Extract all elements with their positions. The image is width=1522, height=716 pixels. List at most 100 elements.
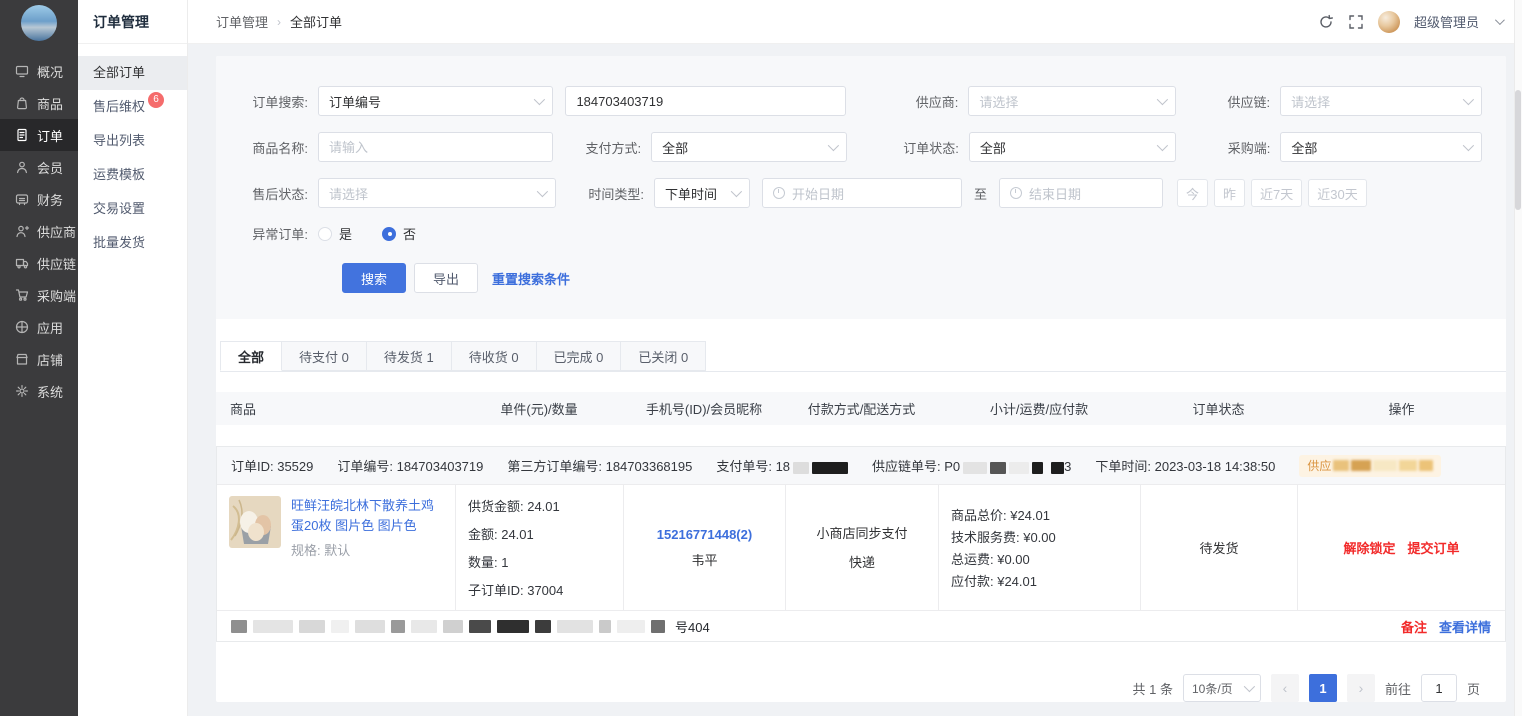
submenu-item-export-list[interactable]: 导出列表 <box>78 124 187 158</box>
sidebar-item-procurement[interactable]: 采购端 <box>0 279 78 311</box>
chevron-down-icon <box>828 140 839 151</box>
next-page-button[interactable]: › <box>1347 674 1375 702</box>
redacted-block <box>1399 460 1417 471</box>
today-button[interactable]: 今 <box>1177 179 1208 207</box>
tab-pending-shipment[interactable]: 待发货 1 <box>367 341 452 371</box>
current-page[interactable]: 1 <box>1309 674 1337 702</box>
chevron-down-icon <box>1244 681 1255 692</box>
username[interactable]: 超级管理员 <box>1414 12 1479 31</box>
sidebar-item-label: 应用 <box>37 318 63 337</box>
order-status-label: 订单状态: <box>883 138 969 157</box>
page-size-value: 10条/页 <box>1192 680 1233 697</box>
purchase-side-value: 全部 <box>1291 138 1317 157</box>
quantity: 数量: 1 <box>468 552 611 571</box>
tab-all[interactable]: 全部 <box>220 341 282 371</box>
procurement-icon <box>15 288 29 302</box>
end-date-input[interactable]: 结束日期 <box>999 178 1163 208</box>
tab-pending-receipt[interactable]: 待收货 0 <box>452 341 537 371</box>
supply-chain-number-prefix: 供应链单号: P0 <box>872 459 960 474</box>
breadcrumb-orders[interactable]: 订单管理 <box>216 12 268 31</box>
abnormal-radio-yes[interactable]: 是 <box>318 224 352 243</box>
sidebar-item-supplier[interactable]: 供应商 <box>0 215 78 247</box>
sidebar-item-goods[interactable]: 商品 <box>0 87 78 119</box>
submenu-item-freight-template[interactable]: 运费模板 <box>78 158 187 192</box>
submenu-item-aftersale[interactable]: 售后维权 6 <box>78 90 187 124</box>
redacted-block <box>1051 462 1064 474</box>
time-type-select[interactable]: 下单时间 <box>654 178 750 208</box>
supplier-select[interactable]: 请选择 <box>968 86 1176 116</box>
radio-unchecked-icon <box>318 227 332 241</box>
sidebar-item-system[interactable]: 系统 <box>0 375 78 407</box>
order-search-type-select[interactable]: 订单编号 <box>318 86 553 116</box>
app-logo[interactable] <box>21 5 57 41</box>
scrollbar-thumb[interactable] <box>1515 90 1521 210</box>
chevron-down-icon <box>537 186 548 197</box>
reset-filters-link[interactable]: 重置搜索条件 <box>492 269 570 288</box>
redacted-block <box>617 620 645 633</box>
product-name-link[interactable]: 旺鲜汪皖北林下散养土鸡蛋20枚 图片色 图片色 <box>291 496 443 536</box>
view-detail-link[interactable]: 查看详情 <box>1439 617 1491 636</box>
product-name-input[interactable] <box>329 140 542 155</box>
redacted-block <box>599 620 611 633</box>
redacted-block <box>1009 462 1029 474</box>
product-spec: 规格: 默认 <box>291 540 443 559</box>
supply-chain-label: 供应链: <box>1208 92 1280 111</box>
purchase-side-select[interactable]: 全部 <box>1280 132 1482 162</box>
supply-chain-select[interactable]: 请选择 <box>1280 86 1482 116</box>
order-search-input-wrap <box>565 86 846 116</box>
time-type-label: 时间类型: <box>568 184 654 203</box>
unlock-button[interactable]: 解除锁定 <box>1343 538 1395 557</box>
user-avatar[interactable] <box>1378 11 1400 33</box>
product-image[interactable] <box>229 496 281 548</box>
apps-icon <box>15 320 29 334</box>
aftersale-status-select[interactable]: 请选择 <box>318 178 556 208</box>
primary-nav: 概况 商品 订单 会员 财务 供应商 <box>0 55 78 407</box>
sidebar-item-members[interactable]: 会员 <box>0 151 78 183</box>
submenu-item-all-orders[interactable]: 全部订单 <box>78 56 187 90</box>
order-search-input[interactable] <box>576 94 835 109</box>
scrollbar-track[interactable] <box>1514 0 1522 716</box>
submenu-item-batch-shipping[interactable]: 批量发货 <box>78 226 187 260</box>
sidebar-item-overview[interactable]: 概况 <box>0 55 78 87</box>
filter-panel: 订单搜索: 订单编号 供应商: 请选择 供应链: 请选择 <box>216 56 1506 319</box>
supplier-tag-text: 供应 <box>1307 457 1331 474</box>
sidebar-item-apps[interactable]: 应用 <box>0 311 78 343</box>
abnormal-radio-no[interactable]: 否 <box>382 224 416 243</box>
goto-page-input[interactable] <box>1421 674 1457 702</box>
sidebar-item-supply-chain[interactable]: 供应链 <box>0 247 78 279</box>
fullscreen-icon[interactable] <box>1348 14 1364 30</box>
page-size-select[interactable]: 10条/页 <box>1183 674 1261 702</box>
redacted-block <box>651 620 665 633</box>
order-status-select[interactable]: 全部 <box>969 132 1177 162</box>
sidebar-item-label: 系统 <box>37 382 63 401</box>
member-phone-link[interactable]: 15216771448(2) <box>657 527 752 542</box>
yesterday-button[interactable]: 昨 <box>1214 179 1245 207</box>
sidebar-item-finance[interactable]: 财务 <box>0 183 78 215</box>
remark-link[interactable]: 备注 <box>1401 617 1427 636</box>
redacted-block <box>391 620 405 633</box>
sub-order-id: 子订单ID: 37004 <box>468 580 611 599</box>
chevron-down-icon <box>731 186 742 197</box>
submit-order-button[interactable]: 提交订单 <box>1408 538 1460 557</box>
abnormal-yes-label: 是 <box>339 224 352 243</box>
status-cell: 待发货 <box>1141 485 1298 610</box>
supplier-tag: 供应 <box>1299 455 1441 477</box>
pay-method: 小商店同步支付 <box>816 524 907 544</box>
refresh-icon[interactable] <box>1318 14 1334 30</box>
tab-closed[interactable]: 已关闭 0 <box>621 341 706 371</box>
sidebar-item-shop[interactable]: 店铺 <box>0 343 78 375</box>
payment-number-prefix: 支付单号: 18 <box>716 459 790 474</box>
tab-completed[interactable]: 已完成 0 <box>537 341 622 371</box>
prev-page-button[interactable]: ‹ <box>1271 674 1299 702</box>
submenu-item-trade-settings[interactable]: 交易设置 <box>78 192 187 226</box>
last7days-button[interactable]: 近7天 <box>1251 179 1302 207</box>
export-button[interactable]: 导出 <box>414 263 478 293</box>
pay-method-select[interactable]: 全部 <box>651 132 847 162</box>
col-unit-price-qty: 单件(元)/数量 <box>455 399 623 418</box>
search-button[interactable]: 搜索 <box>342 263 406 293</box>
order-id: 订单ID: 35529 <box>231 456 313 475</box>
last30days-button[interactable]: 近30天 <box>1308 179 1366 207</box>
start-date-input[interactable]: 开始日期 <box>762 178 962 208</box>
sidebar-item-orders[interactable]: 订单 <box>0 119 78 151</box>
tab-pending-payment[interactable]: 待支付 0 <box>282 341 367 371</box>
